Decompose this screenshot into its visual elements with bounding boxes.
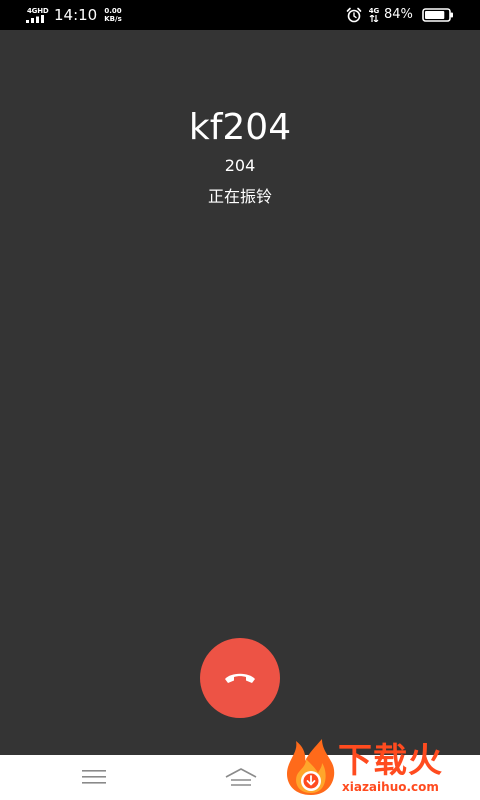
- data-indicator: 4G: [367, 7, 381, 24]
- flame-logo-icon: [286, 739, 335, 795]
- data-type-label: 4G: [368, 7, 380, 15]
- signal-indicator: 4GHD: [26, 7, 49, 23]
- call-status: 正在振铃: [207, 187, 272, 206]
- network-speed: 0.00 KB/s: [101, 7, 125, 23]
- clock: 14:10: [54, 6, 98, 24]
- watermark-text: 下载火: [338, 741, 443, 781]
- signal-icon: [26, 15, 44, 23]
- end-call-button[interactable]: [200, 638, 280, 718]
- network-speed-unit: KB/s: [104, 15, 122, 23]
- network-type-label: 4GHD: [27, 7, 49, 15]
- alarm-icon: [346, 7, 362, 23]
- status-bar: 4GHD 14:10 0.00 KB/s 4G 84%: [0, 0, 480, 30]
- watermark: 下载火 xiazaihuo.com: [280, 735, 480, 800]
- battery-percentage: 84%: [384, 7, 413, 22]
- watermark-url: xiazaihuo.com: [342, 780, 439, 794]
- data-arrows-icon: [369, 14, 379, 23]
- network-speed-value: 0.00: [104, 7, 122, 15]
- phone-hangup-icon: [225, 673, 255, 683]
- caller-name: kf204: [188, 107, 292, 148]
- menu-icon[interactable]: [82, 770, 106, 784]
- home-icon[interactable]: [225, 768, 257, 786]
- caller-number: 204: [224, 156, 256, 175]
- battery-icon: [422, 8, 453, 22]
